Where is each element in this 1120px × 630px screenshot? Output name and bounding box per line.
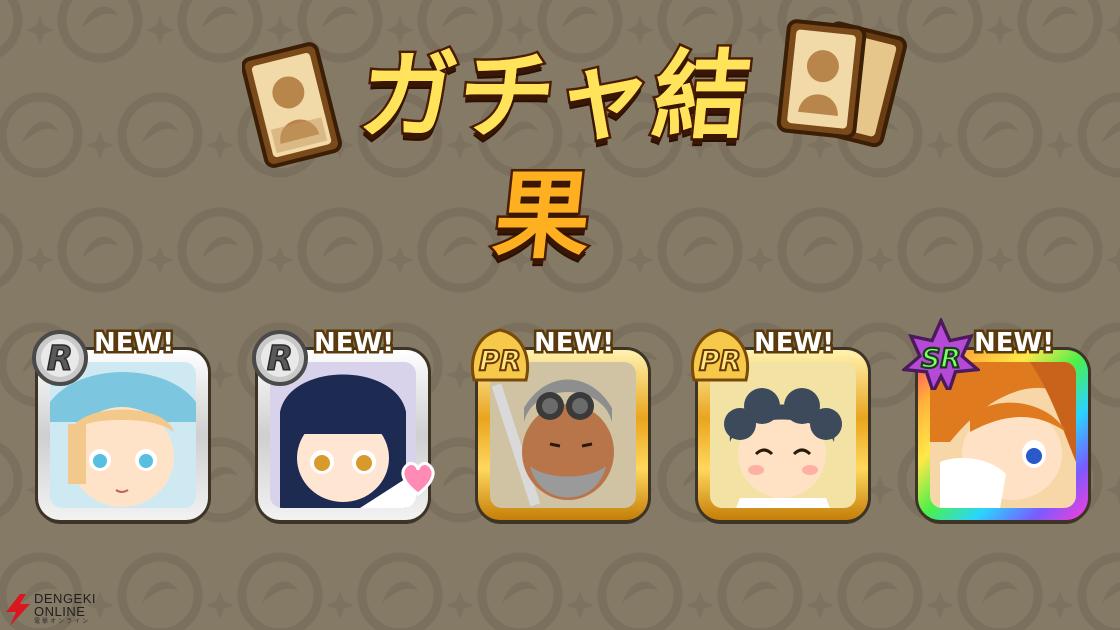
- lightning-logo-icon: [6, 594, 30, 626]
- rarity-r-icon: R: [252, 330, 308, 386]
- background-ring: [482, 557, 558, 630]
- logo-line-2: ONLINE: [34, 604, 86, 619]
- background-sparkle: [1106, 16, 1120, 44]
- background-sparkle: [26, 246, 54, 274]
- background-sparkle: [686, 591, 714, 619]
- background-ring: [1022, 0, 1098, 58]
- background-sparkle: [206, 591, 234, 619]
- background-sparkle: [86, 131, 114, 159]
- background-sparkle: [986, 16, 1014, 44]
- background-sparkle: [926, 131, 954, 159]
- background-ring: [62, 212, 138, 288]
- background-sparkle: [146, 16, 174, 44]
- rarity-label: SR: [921, 343, 961, 374]
- dengeki-online-logo: DENGEKI ONLINE 電撃オンライン: [4, 590, 134, 628]
- rarity-label: R: [267, 339, 293, 379]
- background-ring: [902, 212, 978, 288]
- background-ring: [722, 557, 798, 630]
- background-ring: [0, 0, 18, 58]
- background-ring: [242, 557, 318, 630]
- background-ring: [182, 212, 258, 288]
- background-sparkle: [806, 591, 834, 619]
- background-ring: [362, 557, 438, 630]
- rarity-sr-icon: SR: [902, 318, 980, 390]
- result-card[interactable]: PR NEW!: [471, 326, 648, 520]
- background-ring: [122, 97, 198, 173]
- page-title: ガチャ結果 ガチャ結果: [352, 38, 760, 275]
- new-badge: NEW!: [971, 326, 1056, 361]
- background-sparkle: [866, 246, 894, 274]
- background-ring: [962, 557, 1038, 630]
- background-ring: [842, 557, 918, 630]
- logo-line-3: 電撃オンライン: [34, 619, 91, 625]
- result-card[interactable]: PR NEW!: [691, 326, 868, 520]
- background-ring: [0, 212, 18, 288]
- rarity-label: PR: [699, 344, 741, 377]
- result-card[interactable]: R NEW!: [252, 326, 435, 520]
- rarity-r-icon: R: [32, 330, 88, 386]
- background-ring: [1022, 212, 1098, 288]
- gacha-result-header: ガチャ結果 ガチャ結果: [240, 14, 908, 275]
- background-ring: [62, 0, 138, 58]
- background-sparkle: [1046, 591, 1074, 619]
- background-sparkle: [146, 246, 174, 274]
- result-card[interactable]: SR NEW!: [902, 318, 1088, 520]
- background-sparkle: [926, 591, 954, 619]
- new-badge: NEW!: [531, 326, 616, 361]
- background-ring: [602, 557, 678, 630]
- background-ring: [782, 212, 858, 288]
- background-ring: [2, 97, 78, 173]
- rarity-pr-icon: PR: [471, 328, 529, 382]
- background-sparkle: [1106, 246, 1120, 274]
- heart-icon: [401, 462, 435, 496]
- background-sparkle: [26, 16, 54, 44]
- result-card[interactable]: R NEW!: [32, 326, 208, 520]
- background-ring: [902, 0, 978, 58]
- background-sparkle: [986, 246, 1014, 274]
- background-ring: [1082, 97, 1120, 173]
- background-ring: [1082, 557, 1120, 630]
- background-sparkle: [266, 246, 294, 274]
- background-sparkle: [1046, 131, 1074, 159]
- new-badge: NEW!: [311, 326, 396, 361]
- rarity-label: PR: [479, 344, 521, 377]
- new-badge: NEW!: [91, 326, 176, 361]
- background-sparkle: [326, 591, 354, 619]
- background-ring: [962, 97, 1038, 173]
- background-sparkle: [566, 591, 594, 619]
- background-sparkle: [206, 131, 234, 159]
- background-sparkle: [446, 591, 474, 619]
- new-badge: NEW!: [751, 326, 836, 361]
- rarity-pr-icon: PR: [691, 328, 749, 382]
- rarity-label: R: [47, 339, 73, 379]
- gacha-results-row: R NEW! R NEW! PR NEW! PR NEW! SR NEW!: [0, 318, 1120, 530]
